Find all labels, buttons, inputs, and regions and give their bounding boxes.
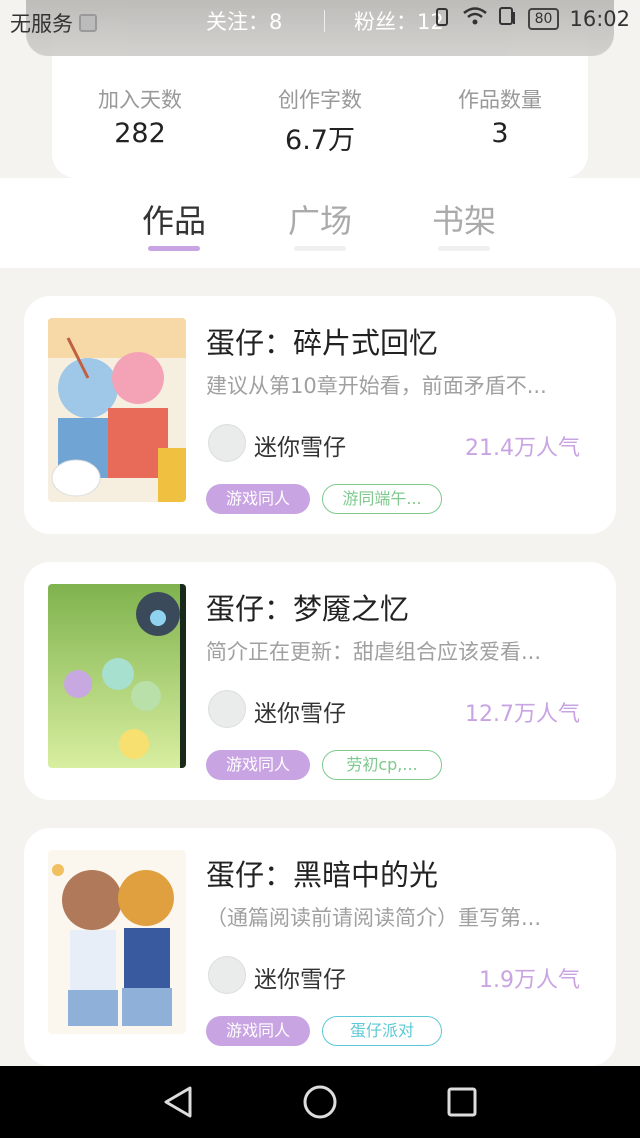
work-description: 简介正在更新：甜虐组合应该爱看...	[206, 640, 542, 664]
popularity-count: 12.7万人气	[465, 702, 580, 727]
cover-image[interactable]	[48, 318, 186, 502]
work-description: 建议从第10章开始看，前面矛盾不...	[206, 374, 547, 398]
work-card[interactable]: 蛋仔：碎片式回忆 建议从第10章开始看，前面矛盾不... 迷你雪仔 21.4万人…	[24, 296, 616, 534]
author-avatar	[208, 424, 246, 462]
work-description: （通篇阅读前请阅读简介）重写第...	[206, 906, 542, 930]
stat-work-count: 作品数量 3	[420, 84, 580, 149]
work-title[interactable]: 蛋仔：梦魇之忆	[206, 586, 409, 628]
tag-category[interactable]: 游戏同人	[206, 484, 310, 514]
tab-bar: 作品 广场 书架	[0, 178, 640, 268]
popularity-count: 1.9万人气	[479, 968, 580, 993]
tab-active-indicator	[148, 246, 200, 251]
stat-label: 作品数量	[458, 88, 542, 112]
tab-bookshelf[interactable]: 书架	[414, 196, 514, 242]
stat-value: 6.7万	[285, 125, 355, 156]
stat-word-count: 创作字数 6.7万	[240, 84, 400, 157]
tag-category[interactable]: 游戏同人	[206, 1016, 310, 1046]
tab-works[interactable]: 作品	[124, 196, 224, 242]
home-icon[interactable]	[302, 1084, 338, 1124]
wifi-icon	[462, 6, 488, 31]
clock: 16:02	[569, 6, 630, 31]
recents-icon[interactable]	[446, 1086, 478, 1122]
data-icon	[498, 6, 518, 31]
author-name[interactable]: 迷你雪仔	[254, 694, 346, 728]
author-avatar	[208, 690, 246, 728]
tab-indicator	[438, 246, 490, 251]
stat-label: 加入天数	[98, 88, 182, 112]
tag-category[interactable]: 游戏同人	[206, 750, 310, 780]
cover-image[interactable]	[48, 584, 186, 768]
stat-value: 3	[491, 118, 509, 149]
cover-image[interactable]	[48, 850, 186, 1034]
status-bar: 无服务 80 16:02	[0, 0, 640, 44]
stat-join-days: 加入天数 282	[60, 84, 220, 149]
work-card[interactable]: 蛋仔：梦魇之忆 简介正在更新：甜虐组合应该爱看... 迷你雪仔 12.7万人气 …	[24, 562, 616, 800]
status-right: 80 16:02	[435, 6, 630, 31]
work-title[interactable]: 蛋仔：碎片式回忆	[206, 320, 438, 362]
carrier-label: 无服务	[10, 12, 73, 36]
battery-icon: 80	[527, 7, 560, 30]
author-name[interactable]: 迷你雪仔	[254, 428, 346, 462]
tab-indicator	[294, 246, 346, 251]
author-avatar	[208, 956, 246, 994]
tag-topic[interactable]: 蛋仔派对	[322, 1016, 442, 1046]
stat-label: 创作字数	[278, 88, 362, 112]
tag-topic[interactable]: 劳初cp,...	[322, 750, 442, 780]
sim-icon	[79, 14, 97, 32]
work-card[interactable]: 蛋仔：黑暗中的光 （通篇阅读前请阅读简介）重写第... 迷你雪仔 1.9万人气 …	[24, 828, 616, 1066]
work-title[interactable]: 蛋仔：黑暗中的光	[206, 852, 438, 894]
signal-icon	[435, 6, 452, 31]
tag-topic[interactable]: 游同端午...	[322, 484, 442, 514]
author-name[interactable]: 迷你雪仔	[254, 960, 346, 994]
tab-plaza[interactable]: 广场	[270, 196, 370, 242]
back-icon[interactable]	[160, 1084, 196, 1124]
status-left: 无服务	[10, 8, 97, 38]
stat-value: 282	[114, 118, 166, 149]
navigation-bar	[0, 1066, 640, 1138]
popularity-count: 21.4万人气	[465, 436, 580, 461]
